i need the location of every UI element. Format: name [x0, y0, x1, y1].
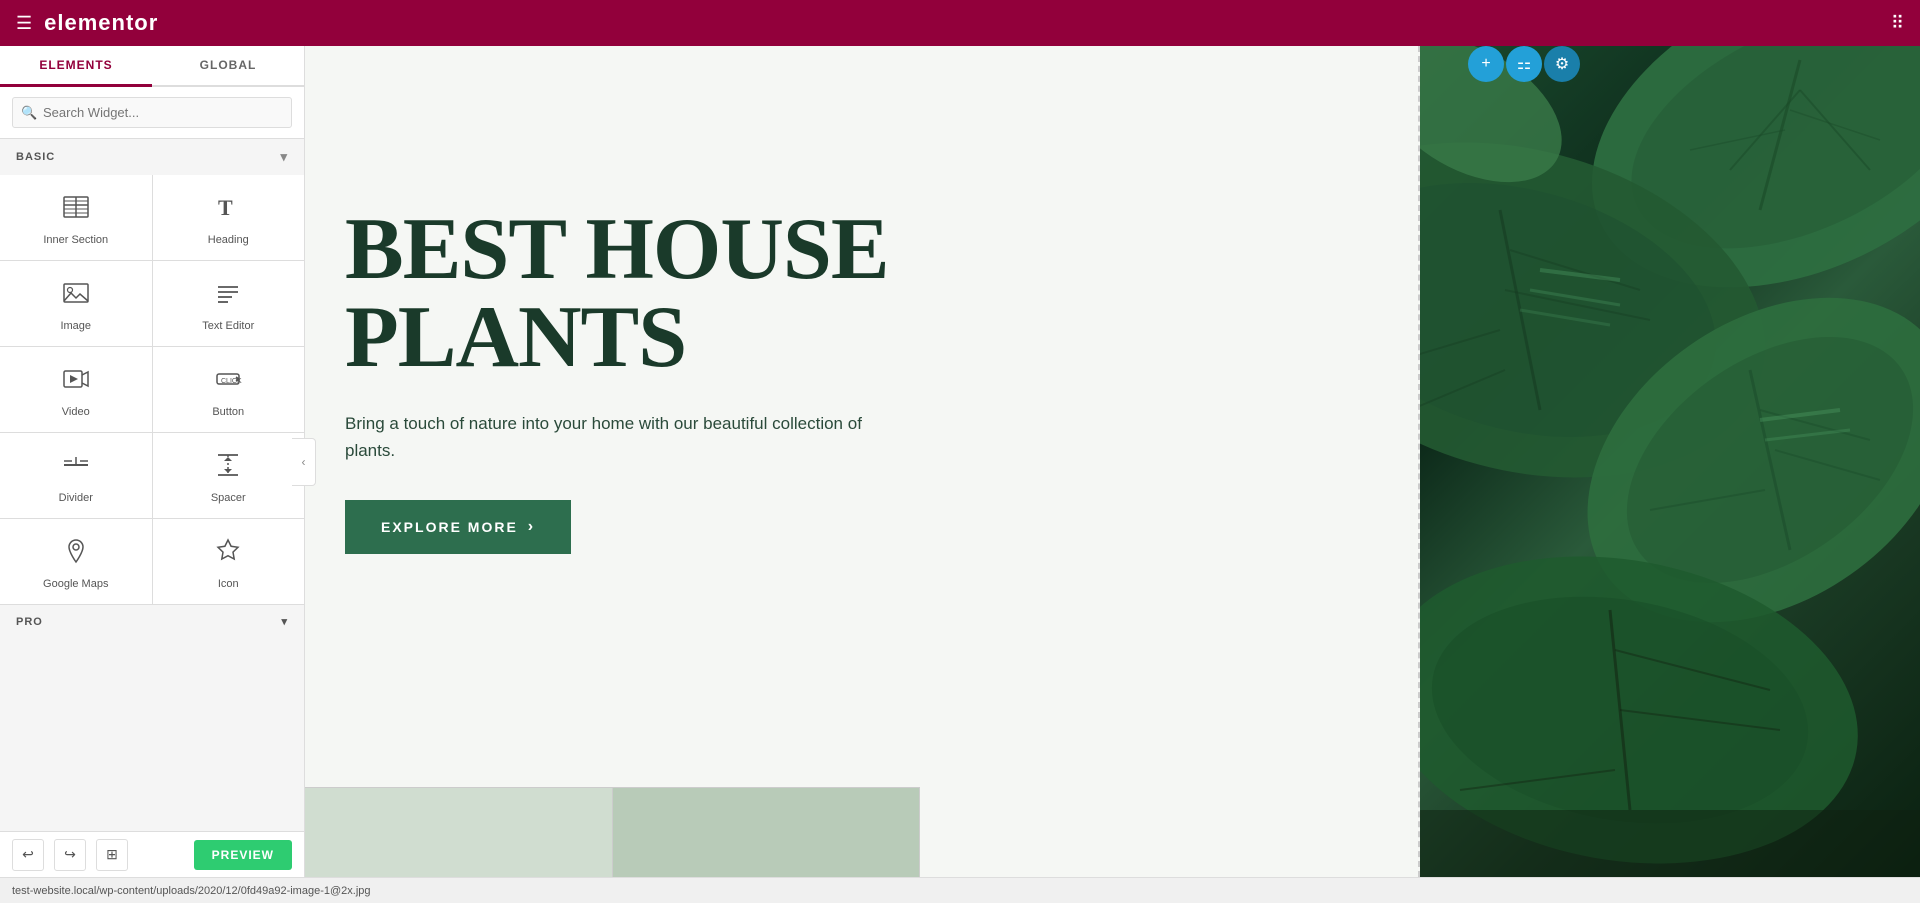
inner-section-icon	[62, 193, 90, 226]
search-input[interactable]	[12, 97, 292, 128]
canvas-content: BEST HOUSE PLANTS Bring a touch of natur…	[305, 46, 1920, 877]
explore-arrow-icon: ›	[528, 518, 535, 536]
bottom-strip-item-1	[305, 788, 613, 877]
hero-title: BEST HOUSE PLANTS	[345, 206, 889, 382]
status-bar: test-website.local/wp-content/uploads/20…	[0, 877, 1920, 903]
svg-text:T: T	[218, 195, 233, 220]
tab-global[interactable]: GLOBAL	[152, 46, 304, 85]
bottom-strip	[305, 787, 920, 877]
sidebar-bottom-left: ↩ ↪ ⊞	[12, 839, 128, 871]
sidebar-bottom: ↩ ↪ ⊞ PREVIEW	[0, 831, 304, 877]
history-button[interactable]: ↩	[12, 839, 44, 871]
widget-text-editor[interactable]: Text Editor	[153, 261, 305, 346]
image-icon	[62, 279, 90, 312]
canvas-toolbar: + ⚏ ⚙	[1468, 46, 1580, 82]
widget-video-label: Video	[62, 406, 90, 418]
pro-section-label: PRO	[16, 616, 43, 628]
widget-heading[interactable]: T Heading	[153, 175, 305, 260]
widget-video[interactable]: Video	[0, 347, 152, 432]
text-editor-icon	[214, 279, 242, 312]
plant-svg	[1420, 46, 1920, 877]
widget-text-editor-label: Text Editor	[202, 320, 254, 332]
canvas-right	[1420, 46, 1920, 877]
sidebar-tabs: ELEMENTS GLOBAL	[0, 46, 304, 87]
search-wrapper: 🔍	[12, 97, 292, 128]
widget-spacer[interactable]: Spacer	[153, 433, 305, 518]
hamburger-icon[interactable]: ☰	[16, 13, 32, 34]
hero-text-content: BEST HOUSE PLANTS Bring a touch of natur…	[345, 86, 889, 554]
basic-section-header[interactable]: BASIC ▾	[0, 139, 304, 175]
hero-subtitle: Bring a touch of nature into your home w…	[345, 410, 865, 464]
responsive-button[interactable]: ⊞	[96, 839, 128, 871]
add-element-button[interactable]: +	[1468, 46, 1504, 82]
canvas-area: + ⚏ ⚙ BEST HOUSE PLANTS Bring a touch of…	[305, 46, 1920, 877]
maps-icon	[62, 537, 90, 570]
widget-google-maps-label: Google Maps	[43, 578, 108, 590]
preview-button[interactable]: PREVIEW	[194, 840, 292, 870]
redo-button[interactable]: ↪	[54, 839, 86, 871]
main-layout: ELEMENTS GLOBAL 🔍 BASIC ▾	[0, 46, 1920, 877]
pro-chevron-icon: ▾	[281, 615, 288, 628]
status-url: test-website.local/wp-content/uploads/20…	[12, 885, 371, 897]
widget-google-maps[interactable]: Google Maps	[0, 519, 152, 604]
divider-icon	[62, 451, 90, 484]
spacer-icon	[214, 451, 242, 484]
topbar: ☰ elementor ⠿	[0, 0, 1920, 46]
widget-button[interactable]: CLICK Button	[153, 347, 305, 432]
sidebar: ELEMENTS GLOBAL 🔍 BASIC ▾	[0, 46, 305, 877]
basic-chevron-icon: ▾	[280, 149, 288, 165]
widget-button-label: Button	[212, 406, 244, 418]
search-icon: 🔍	[21, 105, 37, 121]
elementor-logo: elementor	[44, 10, 158, 36]
widgets-grid: Inner Section T Heading	[0, 175, 304, 605]
heading-icon: T	[214, 193, 242, 226]
widget-inner-section[interactable]: Inner Section	[0, 175, 152, 260]
widget-inner-section-label: Inner Section	[43, 234, 108, 246]
basic-section-label: BASIC	[16, 151, 55, 163]
bottom-strip-item-2	[613, 788, 921, 877]
columns-button[interactable]: ⚏	[1506, 46, 1542, 82]
icon-icon	[214, 537, 242, 570]
grid-icon[interactable]: ⠿	[1891, 13, 1904, 34]
hero-section: BEST HOUSE PLANTS Bring a touch of natur…	[305, 46, 1420, 877]
widget-image[interactable]: Image	[0, 261, 152, 346]
pro-section-header[interactable]: PRO ▾	[0, 605, 304, 638]
tab-elements[interactable]: ELEMENTS	[0, 46, 152, 87]
video-icon	[62, 365, 90, 398]
button-icon: CLICK	[214, 365, 242, 398]
search-bar: 🔍	[0, 87, 304, 139]
canvas-left: BEST HOUSE PLANTS Bring a touch of natur…	[305, 46, 1420, 877]
settings-button[interactable]: ⚙	[1544, 46, 1580, 82]
widget-divider[interactable]: Divider	[0, 433, 152, 518]
widget-divider-label: Divider	[59, 492, 93, 504]
widget-icon[interactable]: Icon	[153, 519, 305, 604]
collapse-handle[interactable]: ‹	[292, 438, 316, 486]
explore-more-button[interactable]: EXPLORE MORE ›	[345, 500, 571, 554]
widget-icon-label: Icon	[218, 578, 239, 590]
widget-image-label: Image	[60, 320, 91, 332]
topbar-left: ☰ elementor	[16, 10, 158, 36]
widget-spacer-label: Spacer	[211, 492, 246, 504]
plant-background	[1420, 46, 1920, 877]
widget-heading-label: Heading	[208, 234, 249, 246]
